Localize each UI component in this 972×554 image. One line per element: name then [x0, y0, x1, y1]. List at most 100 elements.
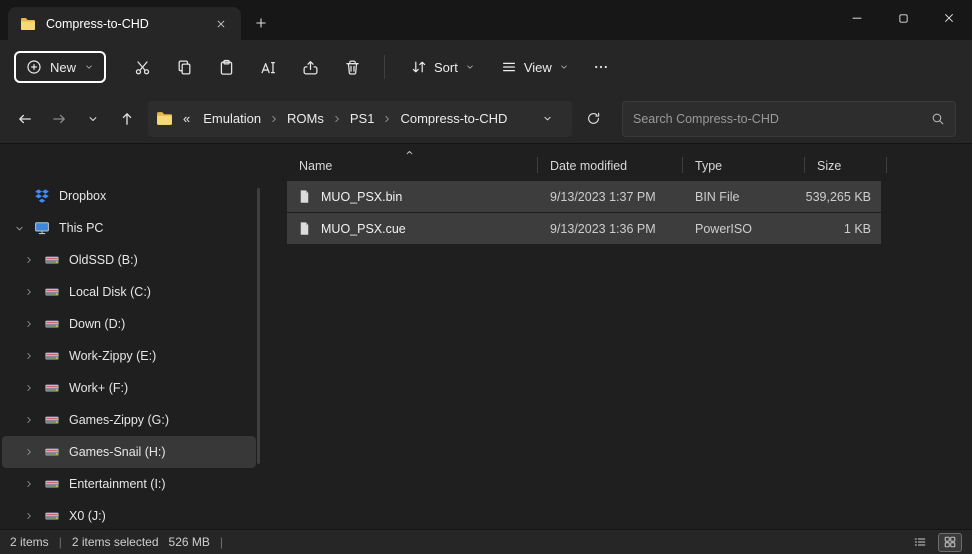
file-date-modified: 9/13/2023 1:36 PM — [550, 221, 656, 236]
view-icon — [501, 59, 517, 75]
sidebar-item-drive-e[interactable]: Work-Zippy (E:) — [2, 340, 256, 372]
thumbnails-view-toggle[interactable] — [938, 532, 962, 552]
drive-icon — [43, 508, 61, 524]
chevron-right-icon[interactable] — [20, 415, 38, 425]
address-bar: « Emulation ROMs PS1 Compress-to-CHD — [0, 94, 972, 144]
sidebar-item-label: Dropbox — [59, 189, 107, 203]
sidebar-item-label: Local Disk (C:) — [69, 285, 151, 299]
breadcrumb-item-compress-to-chd[interactable]: Compress-to-CHD — [393, 107, 514, 130]
item-count: 2 items — [10, 535, 49, 549]
sidebar-item-label: Games-Snail (H:) — [69, 445, 166, 459]
sidebar-scrollbar[interactable] — [257, 188, 260, 464]
sidebar-item-dropbox[interactable]: Dropbox — [2, 180, 256, 212]
chevron-right-icon[interactable] — [20, 319, 38, 329]
explorer-tab[interactable]: Compress-to-CHD — [8, 7, 241, 40]
recent-locations-button[interactable] — [76, 102, 110, 136]
sidebar-item-drive-j[interactable]: X0 (J:) — [2, 500, 256, 532]
sort-icon — [411, 59, 427, 75]
sidebar-item-label: This PC — [59, 221, 104, 235]
new-button[interactable]: New — [14, 51, 107, 83]
file-date-modified: 9/13/2023 1:37 PM — [550, 189, 656, 204]
refresh-button[interactable] — [576, 102, 610, 136]
chevron-down-icon[interactable] — [10, 223, 28, 234]
file-name-cell: MUO_PSX.cue — [287, 221, 538, 236]
this-pc-icon — [33, 220, 51, 236]
sidebar-item-label: Work-Zippy (E:) — [69, 349, 157, 363]
new-tab-button[interactable] — [249, 11, 273, 35]
titlebar: Compress-to-CHD — [0, 0, 972, 40]
folder-icon — [20, 16, 36, 32]
navigation-pane: Dropbox This PC OldSSD (B:) Local Disk (… — [0, 144, 262, 529]
drive-icon — [43, 412, 61, 428]
sidebar-item-drive-d[interactable]: Down (D:) — [2, 308, 256, 340]
maximize-button[interactable] — [880, 0, 926, 36]
back-button[interactable] — [8, 102, 42, 136]
chevron-right-icon[interactable] — [20, 479, 38, 489]
chevron-right-icon[interactable] — [20, 511, 38, 521]
share-button[interactable] — [290, 49, 330, 85]
minimize-button[interactable] — [834, 0, 880, 36]
sidebar-item-this-pc[interactable]: This PC — [2, 212, 256, 244]
drive-icon — [43, 284, 61, 300]
file-row[interactable]: MUO_PSX.bin 9/13/2023 1:37 PM BIN File 5… — [287, 181, 881, 212]
chevron-right-icon[interactable] — [20, 383, 38, 393]
file-list-pane: Name Date modified Type Size MUO_PSX.bin… — [262, 144, 972, 529]
tab-close-button[interactable] — [209, 12, 233, 36]
cut-button[interactable] — [122, 49, 162, 85]
chevron-right-icon — [269, 114, 279, 124]
sidebar-item-drive-c[interactable]: Local Disk (C:) — [2, 276, 256, 308]
sidebar-item-drive-h[interactable]: Games-Snail (H:) — [2, 436, 256, 468]
more-options-button[interactable] — [581, 49, 621, 85]
sidebar-item-drive-g[interactable]: Games-Zippy (G:) — [2, 404, 256, 436]
chevron-right-icon[interactable] — [20, 287, 38, 297]
sort-button[interactable]: Sort — [401, 51, 485, 83]
copy-button[interactable] — [164, 49, 204, 85]
breadcrumb-item-emulation[interactable]: Emulation — [196, 107, 268, 130]
sidebar-item-label: Work+ (F:) — [69, 381, 129, 395]
breadcrumb: « Emulation ROMs PS1 Compress-to-CHD — [148, 100, 572, 137]
sidebar-item-label: Down (D:) — [69, 317, 126, 331]
column-header-name[interactable]: Name — [287, 157, 538, 173]
command-bar: New Sort View — [0, 40, 972, 94]
view-button[interactable]: View — [491, 51, 579, 83]
chevron-right-icon — [332, 114, 342, 124]
chevron-down-icon — [84, 62, 94, 72]
chevron-right-icon[interactable] — [20, 447, 38, 457]
up-button[interactable] — [110, 102, 144, 136]
sidebar-item-label: Games-Zippy (G:) — [69, 413, 170, 427]
chevron-right-icon[interactable] — [20, 255, 38, 265]
details-view-toggle[interactable] — [908, 533, 932, 552]
file-type: BIN File — [695, 189, 740, 204]
sidebar-item-label: OldSSD (B:) — [69, 253, 138, 267]
rename-button[interactable] — [248, 49, 288, 85]
search-box — [622, 100, 956, 137]
column-header-size[interactable]: Size — [805, 157, 887, 173]
dropbox-icon — [33, 188, 51, 204]
file-icon — [297, 189, 312, 204]
sidebar-item-drive-f[interactable]: Work+ (F:) — [2, 372, 256, 404]
sidebar-item-drive-b[interactable]: OldSSD (B:) — [2, 244, 256, 276]
chevron-right-icon[interactable] — [20, 351, 38, 361]
file-type: PowerISO — [695, 221, 752, 236]
folder-icon — [156, 110, 173, 127]
column-header-date-modified[interactable]: Date modified — [538, 157, 683, 173]
breadcrumb-overflow[interactable]: « — [178, 107, 195, 130]
address-dropdown-button[interactable] — [530, 102, 564, 136]
file-row[interactable]: MUO_PSX.cue 9/13/2023 1:36 PM PowerISO 1… — [287, 213, 881, 244]
breadcrumb-item-roms[interactable]: ROMs — [280, 107, 331, 130]
sidebar-item-label: Entertainment (I:) — [69, 477, 166, 491]
close-button[interactable] — [926, 0, 972, 36]
breadcrumb-item-ps1[interactable]: PS1 — [343, 107, 382, 130]
delete-button[interactable] — [332, 49, 372, 85]
tab-title: Compress-to-CHD — [46, 16, 149, 31]
view-button-label: View — [523, 59, 552, 75]
forward-button[interactable] — [42, 102, 76, 136]
sidebar-item-drive-i[interactable]: Entertainment (I:) — [2, 468, 256, 500]
column-header-type[interactable]: Type — [683, 157, 805, 173]
column-headers: Name Date modified Type Size — [287, 149, 887, 179]
status-divider: | — [219, 535, 224, 549]
file-name: MUO_PSX.bin — [321, 189, 403, 204]
window-controls — [834, 0, 972, 36]
paste-button[interactable] — [206, 49, 246, 85]
search-input[interactable] — [633, 111, 931, 126]
